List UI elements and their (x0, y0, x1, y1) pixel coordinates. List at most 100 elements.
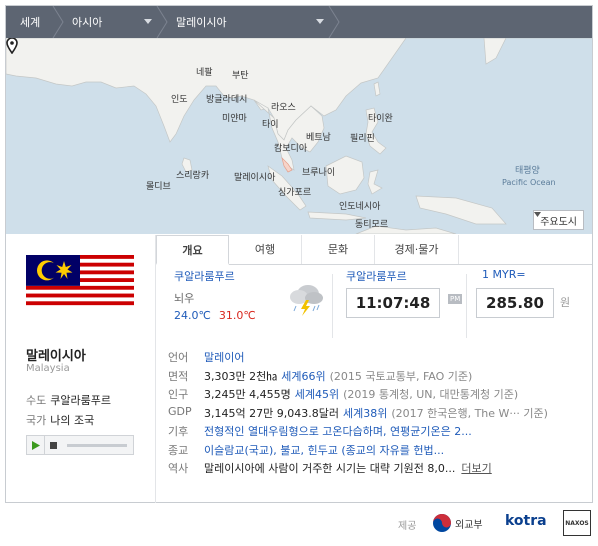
naxos-logo[interactable]: NAXOS (563, 510, 591, 536)
clock-city: 쿠알라룸푸르 (346, 270, 407, 283)
fact-rank: 세계38위 (342, 406, 388, 420)
tab-economy[interactable]: 경제·물가 (375, 235, 459, 264)
map-label-malaysia: 말레이시아 (234, 173, 276, 183)
fact-gdp: GDP 3,145억 27만 9,043.8달러 세계38위 (2017 한국은… (168, 405, 588, 424)
breadcrumb-label: 말레이시아 (176, 16, 227, 29)
fact-label: GDP (168, 404, 192, 418)
clock-widget: 쿠알라룸푸르 11:07:48 PM (336, 268, 466, 318)
location-pin-icon (6, 38, 18, 54)
breadcrumb-world[interactable]: 세계 (6, 6, 64, 38)
capital-label: 수도 (26, 394, 47, 407)
fact-label: 역사 (168, 462, 189, 475)
region-map[interactable]: 네팔 부탄 인도 방글라데시 미얀마 라오스 타이완 타이 베트남 필리핀 캄보… (6, 38, 592, 234)
kotra-logo[interactable]: kotra (505, 513, 547, 529)
provider-label: 제공 (398, 521, 417, 532)
fact-area: 면적 3,303만 2천㏊ 세계66위 (2015 국토교통부, FAO 기준) (168, 368, 588, 387)
stop-icon (49, 441, 57, 449)
map-label-bangladesh: 방글라데시 (206, 95, 248, 105)
map-label-srilanka: 스리랑카 (176, 171, 210, 181)
weather-widget: 쿠알라룸푸르 뇌우 24.0℃ 31.0℃ (174, 268, 324, 322)
map-label-pacific-en: Pacific Ocean (502, 178, 556, 187)
breadcrumb-label: 아시아 (72, 16, 103, 29)
quick-widgets: 쿠알라룸푸르 뇌우 24.0℃ 31.0℃ 쿠알라룸푸르 11:07:48 PM … (156, 268, 592, 346)
fact-label: 기후 (168, 425, 189, 438)
fact-value[interactable]: 말레이어 (204, 349, 244, 368)
fact-religion: 종교 이슬람교(국교), 불교, 힌두교 (종교의 자유를 헌법... (168, 442, 588, 461)
country-summary: 말레이시아 Malaysia 수도 쿠알라룸푸르 국가 나의 조국 (6, 235, 156, 503)
mofa-logo[interactable]: 외교부 (432, 513, 483, 533)
breadcrumb-malaysia[interactable]: 말레이시아 (162, 6, 340, 38)
widget-divider (332, 274, 333, 338)
stop-button[interactable] (45, 436, 61, 454)
anthem-label: 국가 (26, 414, 47, 427)
fact-value: 말레이시아에 사람이 거주한 시기는 대략 기원전 8,0... (204, 462, 456, 475)
malaysia-flag-icon (26, 255, 134, 309)
map-label-pacific-ko: 태평양 (515, 166, 540, 176)
breadcrumb: 세계 아시아 말레이시아 (6, 6, 592, 38)
map-label-india: 인도 (171, 95, 188, 105)
fact-rank: 세계66위 (281, 369, 326, 383)
chevron-right-icon (328, 6, 340, 38)
clock-time: 11:07:48 (346, 288, 440, 318)
fact-value[interactable]: 이슬람교(국교), 불교, 힌두교 (종교의 자유를 헌법... (204, 442, 444, 461)
fact-history: 역사 말레이시아에 사람이 거주한 시기는 대략 기원전 8,0... 더보기 (168, 460, 588, 479)
play-button[interactable] (27, 436, 45, 454)
more-link[interactable]: 더보기 (461, 460, 491, 479)
clock-ampm: PM (448, 294, 463, 304)
map-label-brunei: 브루나이 (302, 168, 336, 178)
currency-won: 원 (560, 296, 571, 309)
country-name: 말레이시아 (26, 349, 86, 364)
fact-label: 인구 (168, 388, 189, 401)
triangle-down-icon (534, 212, 542, 217)
thunderstorm-icon (290, 285, 323, 316)
anthem-row: 국가 나의 조국 (26, 412, 94, 428)
map-label-indonesia: 인도네시아 (339, 202, 381, 212)
map-label-laos: 라오스 (271, 103, 296, 113)
fact-source: (2015 국토교통부, FAO 기준) (329, 369, 473, 383)
fact-source: (2017 한국은행, The W··· 기준) (391, 406, 548, 420)
map-label-easttimor: 동티모르 (355, 220, 389, 230)
tab-culture[interactable]: 문화 (302, 235, 375, 264)
breadcrumb-asia[interactable]: 아시아 (58, 6, 168, 38)
country-name-en: Malaysia (26, 363, 70, 374)
major-cities-button[interactable]: 주요도시 (533, 210, 584, 230)
anthem-title: 나의 조국 (50, 414, 95, 427)
fact-label: 종교 (168, 443, 189, 457)
caret-down-icon (316, 19, 324, 24)
fact-value: 3,245만 4,455명 (204, 388, 291, 401)
fact-source: (2019 통계청, UN, 대만통계청 기준) (343, 388, 519, 401)
fact-label: 면적 (168, 369, 189, 383)
map-label-singapore: 싱가포르 (278, 188, 312, 198)
caret-down-icon (144, 19, 152, 24)
major-cities-label: 주요도시 (540, 216, 577, 228)
breadcrumb-label: 세계 (20, 16, 41, 29)
map-label-philippines: 필리핀 (350, 134, 375, 144)
play-icon (31, 440, 40, 450)
tab-travel[interactable]: 여행 (229, 235, 302, 264)
map-label-maldives: 몰디브 (146, 182, 171, 192)
fact-value: 3,145억 27만 9,043.8달러 (204, 406, 339, 420)
info-tabs: 개요 여행 문화 경제·물가 (156, 235, 592, 265)
capital-link[interactable]: 쿠알라룸푸르 (50, 394, 111, 407)
currency-widget: 1 MYR= 285.80 원 (468, 268, 588, 318)
fact-label: 언어 (168, 351, 189, 364)
fact-climate: 기후 전형적인 열대우림형으로 고온다습하며, 연평균기온은 2... (168, 423, 588, 442)
map-label-bhutan: 부탄 (232, 71, 249, 81)
map-label-vietnam: 베트남 (306, 133, 331, 143)
currency-unit: 1 MYR= (482, 268, 526, 281)
taegeuk-icon (433, 514, 451, 532)
map-label-taiwan: 타이완 (368, 114, 393, 124)
fact-value[interactable]: 전형적인 열대우림형으로 고온다습하며, 연평균기온은 2... (204, 423, 472, 442)
fact-value: 3,303만 2천㏊ (204, 369, 278, 383)
map-label-thailand: 타이 (262, 120, 279, 130)
country-facts: 언어 말레이어 면적 3,303만 2천㏊ 세계66위 (2015 국토교통부,… (168, 349, 588, 479)
providers-footer: 제공 외교부 kotra NAXOS (0, 505, 598, 546)
fact-rank: 세계45위 (294, 388, 340, 401)
anthem-player (26, 435, 134, 455)
temp-low: 24.0℃ (174, 309, 211, 322)
map-label-myanmar: 미얀마 (222, 114, 247, 124)
fact-population: 인구 3,245만 4,455명 세계45위 (2019 통계청, UN, 대만… (168, 386, 588, 405)
tab-overview[interactable]: 개요 (156, 235, 229, 265)
temp-high: 31.0℃ (218, 309, 256, 322)
progress-bar[interactable] (67, 443, 127, 447)
